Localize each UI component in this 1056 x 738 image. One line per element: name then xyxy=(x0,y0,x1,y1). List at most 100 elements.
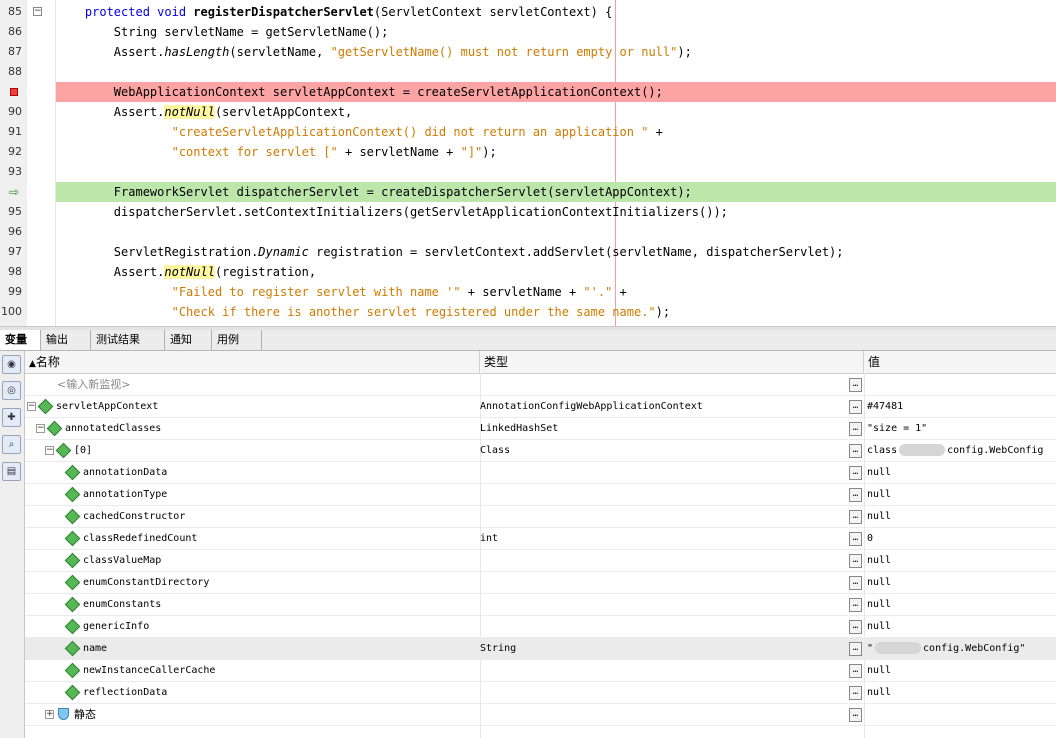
breakpoint-icon[interactable] xyxy=(10,88,18,96)
tab-output[interactable]: 输出 xyxy=(41,330,91,350)
variable-row[interactable]: enumConstantDirectory … null xyxy=(25,572,1056,594)
variable-value-cell[interactable]: 0 xyxy=(867,528,1056,550)
variable-value-cell[interactable]: " config.WebConfig" xyxy=(867,638,1056,660)
code-text[interactable] xyxy=(56,162,1056,182)
code-text[interactable] xyxy=(56,222,1056,242)
variable-name-cell[interactable]: + 静态 xyxy=(25,704,478,726)
variable-row[interactable]: name String … " config.WebConfig" xyxy=(25,638,1056,660)
code-text[interactable]: "createServletApplicationContext() did n… xyxy=(56,122,1056,142)
variable-value-cell[interactable]: null xyxy=(867,506,1056,528)
variable-name-cell[interactable]: annotationType xyxy=(25,484,478,506)
code-text[interactable]: FrameworkServlet dispatcherServlet = cre… xyxy=(56,182,1056,202)
variable-name-cell[interactable]: enumConstantDirectory xyxy=(25,572,478,594)
edit-value-button[interactable]: … xyxy=(849,422,862,436)
edit-value-button[interactable]: … xyxy=(849,488,862,502)
variable-name-cell[interactable]: classRedefinedCount xyxy=(25,528,478,550)
collapse-icon[interactable]: − xyxy=(36,424,45,433)
column-header-type[interactable]: 类型 xyxy=(480,351,864,373)
variables-view-icon[interactable]: ▤ xyxy=(2,462,21,481)
variable-name-cell[interactable]: − annotatedClasses xyxy=(25,418,478,440)
fold-collapse-icon[interactable]: − xyxy=(33,7,42,16)
code-text[interactable]: Assert.notNull(registration, xyxy=(56,262,1056,282)
variable-row[interactable]: enumConstants … null xyxy=(25,594,1056,616)
tab-notifications[interactable]: 通知 xyxy=(165,330,212,350)
tab-usages[interactable]: 用例 xyxy=(212,330,262,350)
variable-row[interactable]: − servletAppContext AnnotationConfigWebApp… xyxy=(25,396,1056,418)
code-line[interactable]: 93 xyxy=(0,162,1056,182)
collapse-icon[interactable]: − xyxy=(45,446,54,455)
variable-value-cell[interactable]: null xyxy=(867,616,1056,638)
code-line[interactable]: 95 dispatcherServlet.setContextInitializ… xyxy=(0,202,1056,222)
column-header-name[interactable]: ▲名称 xyxy=(25,351,480,373)
new-watch-icon[interactable]: ✚ xyxy=(2,408,21,427)
variable-row[interactable]: + 静态 … xyxy=(25,704,1056,726)
tab-variables[interactable]: 变量※ xyxy=(0,330,41,366)
code-text[interactable]: ServletRegistration.Dynamic registration… xyxy=(56,242,1056,262)
variable-name-cell[interactable]: cachedConstructor xyxy=(25,506,478,528)
variable-row[interactable]: genericInfo … null xyxy=(25,616,1056,638)
code-line[interactable]: 91 "createServletApplicationContext() di… xyxy=(0,122,1056,142)
code-text[interactable]: protected void registerDispatcherServlet… xyxy=(56,2,1056,22)
variable-row[interactable]: annotationData … null xyxy=(25,462,1056,484)
code-line[interactable]: 97 ServletRegistration.Dynamic registrat… xyxy=(0,242,1056,262)
variable-row[interactable]: classRedefinedCount int … 0 xyxy=(25,528,1056,550)
variable-row[interactable]: newInstanceCallerCache … null xyxy=(25,660,1056,682)
code-text[interactable]: Assert.hasLength(servletName, "getServle… xyxy=(56,42,1056,62)
tab-test-results[interactable]: 测试结果 xyxy=(91,330,165,350)
variable-row[interactable]: annotationType … null xyxy=(25,484,1056,506)
variable-name-cell[interactable]: reflectionData xyxy=(25,682,478,704)
column-header-value[interactable]: 值 xyxy=(864,351,1056,373)
variable-name-cell[interactable]: − [0] xyxy=(25,440,478,462)
variable-name-cell[interactable]: enumConstants xyxy=(25,594,478,616)
edit-value-button[interactable]: … xyxy=(849,598,862,612)
code-editor[interactable]: 85 − protected void registerDispatcherSer… xyxy=(0,0,1056,326)
code-text[interactable]: String servletName = getServletName(); xyxy=(56,22,1056,42)
variable-value-cell[interactable]: null xyxy=(867,462,1056,484)
edit-value-button[interactable]: … xyxy=(849,400,862,414)
variable-row[interactable]: − annotatedClasses LinkedHashSet … "size = 1… xyxy=(25,418,1056,440)
code-line[interactable]: 85 − protected void registerDispatcherSer… xyxy=(0,2,1056,22)
variable-row[interactable]: − [0] Class … class config.WebConfig xyxy=(25,440,1056,462)
edit-value-button[interactable]: … xyxy=(849,444,862,458)
code-line[interactable]: 88 xyxy=(0,62,1056,82)
code-line[interactable]: 87 Assert.hasLength(servletName, "getSer… xyxy=(0,42,1056,62)
variable-name-cell[interactable]: − servletAppContext xyxy=(25,396,478,418)
code-line[interactable]: 98 Assert.notNull(registration, xyxy=(0,262,1056,282)
code-text[interactable]: "Check if there is another servlet regis… xyxy=(56,302,1056,322)
variable-name-cell[interactable]: newInstanceCallerCache xyxy=(25,660,478,682)
variable-value-cell[interactable]: null xyxy=(867,594,1056,616)
edit-value-button[interactable]: … xyxy=(849,620,862,634)
code-line[interactable]: 90 Assert.notNull(servletAppContext, xyxy=(0,102,1056,122)
variable-value-cell[interactable]: null xyxy=(867,572,1056,594)
edit-value-button[interactable]: … xyxy=(849,532,862,546)
variable-value-cell[interactable]: #47481 xyxy=(867,396,1056,418)
code-line[interactable]: 92 "context for servlet [" + servletName… xyxy=(0,142,1056,162)
code-line[interactable]: 89 WebApplicationContext servletAppConte… xyxy=(0,82,1056,102)
code-line[interactable]: 94⇨ FrameworkServlet dispatcherServlet =… xyxy=(0,182,1056,202)
watch-icon[interactable]: ◉ xyxy=(2,355,21,374)
new-watch-cell[interactable]: <输入新监视> xyxy=(25,374,478,396)
variables-table[interactable]: ▲名称 类型 值 <输入新监视> … − servletAppContext Ann… xyxy=(25,351,1056,738)
edit-value-button[interactable]: … xyxy=(849,378,862,392)
collapse-icon[interactable]: − xyxy=(27,402,36,411)
code-line[interactable]: 99 "Failed to register servlet with name… xyxy=(0,282,1056,302)
variable-value-cell[interactable]: class config.WebConfig xyxy=(867,440,1056,462)
variable-name-cell[interactable]: name xyxy=(25,638,478,660)
variable-name-cell[interactable]: annotationData xyxy=(25,462,478,484)
variable-row[interactable]: cachedConstructor … null xyxy=(25,506,1056,528)
code-text[interactable] xyxy=(56,62,1056,82)
edit-value-button[interactable]: … xyxy=(849,708,862,722)
expand-icon[interactable]: + xyxy=(45,710,54,719)
edit-value-button[interactable]: … xyxy=(849,466,862,480)
variable-value-cell[interactable]: null xyxy=(867,660,1056,682)
variable-row[interactable]: classValueMap … null xyxy=(25,550,1056,572)
edit-value-button[interactable]: … xyxy=(849,686,862,700)
new-watch-placeholder[interactable]: <输入新监视> xyxy=(57,374,130,396)
code-text[interactable]: "Failed to register servlet with name '"… xyxy=(56,282,1056,302)
edit-value-button[interactable]: … xyxy=(849,642,862,656)
variable-value-cell[interactable]: "size = 1" xyxy=(867,418,1056,440)
variable-value-cell[interactable]: null xyxy=(867,682,1056,704)
edit-value-button[interactable]: … xyxy=(849,576,862,590)
variable-value-cell[interactable]: null xyxy=(867,550,1056,572)
code-text[interactable]: dispatcherServlet.setContextInitializers… xyxy=(56,202,1056,222)
